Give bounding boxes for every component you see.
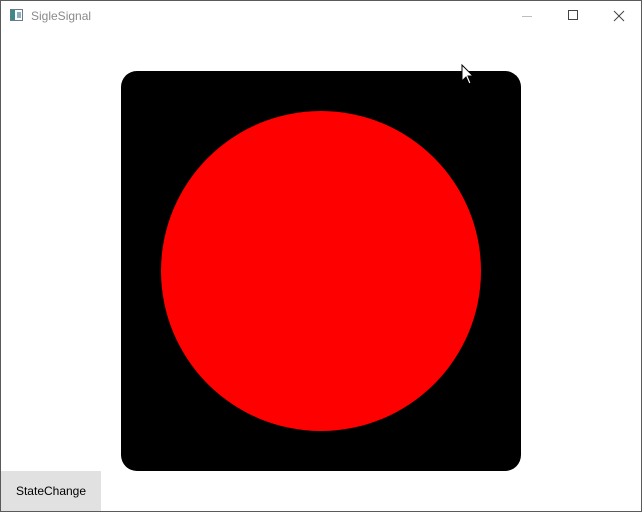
title-bar[interactable]: SigleSignal xyxy=(1,1,641,31)
window-title: SigleSignal xyxy=(31,9,92,23)
mouse-cursor-icon xyxy=(461,64,475,85)
close-button[interactable] xyxy=(596,1,642,31)
maximize-button[interactable] xyxy=(550,1,596,31)
minimize-button[interactable] xyxy=(504,1,550,31)
signal-housing xyxy=(121,71,521,471)
close-icon xyxy=(613,10,625,22)
minimize-icon xyxy=(522,16,532,17)
maximize-icon xyxy=(568,10,578,20)
app-window-icon xyxy=(10,9,23,21)
signal-light-red xyxy=(161,111,481,431)
app-window: SigleSignal StateChange xyxy=(0,0,642,512)
state-change-button[interactable]: StateChange xyxy=(1,471,101,511)
